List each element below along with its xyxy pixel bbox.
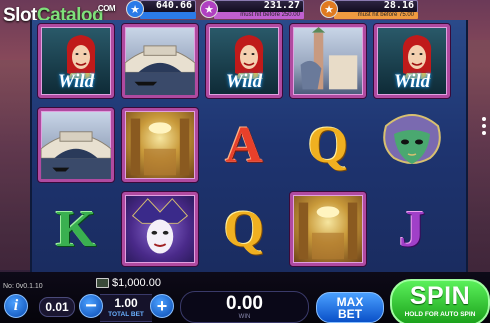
total-bet-display: 1.00 TOTAL BET [100, 294, 152, 322]
jackpot-purple: ★ 231.27 must hit before 250.00 [200, 0, 304, 20]
jackpot-orange: ★ 28.16 must hit before 75.00 [320, 0, 418, 20]
jackpot-value: 28.16 [383, 0, 414, 11]
symbol-j: J [372, 190, 452, 268]
jackpot-value: 640.66 [155, 0, 192, 11]
star-icon: ★ [126, 0, 144, 18]
game-screen: SlotCatalog .COM ★ 640.66 ★ 231.27 must h… [0, 0, 490, 323]
symbol-frame [290, 192, 366, 266]
max-bet-label-2: BET [338, 306, 362, 321]
jackpot-strip [140, 12, 196, 19]
win-display: 0.00 WIN [180, 291, 309, 323]
win-label: WIN [238, 314, 251, 320]
symbol-bridge [36, 106, 116, 184]
cash-icon [96, 277, 109, 288]
jackpot-blue: ★ 640.66 [126, 0, 196, 20]
rialto-bridge-icon [125, 45, 195, 95]
total-bet-label: TOTAL BET [108, 311, 144, 318]
jester-mask-icon [131, 198, 189, 254]
campanile-tower-icon [300, 27, 358, 90]
symbol-frame: Wild [374, 24, 450, 98]
spin-button[interactable]: SPIN HOLD FOR AUTO SPIN [390, 279, 490, 323]
watermark-suffix: .COM [96, 4, 116, 13]
auto-spin-hint: HOLD FOR AUTO SPIN [404, 311, 476, 318]
symbol-frame: Wild [206, 24, 282, 98]
letter-q: Q [223, 200, 265, 258]
letter-k: K [55, 200, 97, 258]
balance-value: $1,000.00 [112, 276, 161, 289]
balance-display: $1,000.00 [96, 276, 161, 289]
symbol-a: A [204, 106, 284, 184]
menu-dots-icon[interactable] [478, 116, 490, 136]
symbol-q: Q [288, 106, 368, 184]
symbol-frame: Wild [38, 24, 114, 98]
wild-label: Wild [225, 71, 263, 92]
info-button[interactable]: i [4, 294, 28, 318]
symbol-palace [288, 190, 368, 268]
wild-label: Wild [57, 71, 95, 92]
symbol-q: Q [204, 190, 284, 268]
symbol-frame [122, 108, 198, 182]
version-label: No: 0v0.1.10 [3, 283, 43, 290]
win-value: 0.00 [226, 293, 263, 314]
rialto-bridge-icon [41, 131, 111, 179]
jackpot-note: must hit before 75.00 [357, 12, 414, 18]
spin-label: SPIN [409, 282, 471, 310]
symbol-frame [38, 108, 114, 182]
symbol-wild: Wild [372, 22, 452, 100]
max-bet-label-1: MAX [336, 294, 364, 309]
letter-a: A [225, 116, 263, 174]
symbol-tower [288, 22, 368, 100]
info-icon: i [13, 297, 19, 314]
letter-j: J [399, 200, 425, 258]
reel-area: Wild K Wild A Q Q Wild J [30, 20, 468, 272]
symbol-frame [122, 192, 198, 266]
palace-hall-icon [298, 202, 358, 260]
bet-increase-button[interactable]: + [150, 294, 174, 318]
symbol-frame [122, 24, 198, 98]
background-building-left [0, 60, 30, 270]
venetian-mask-icon [383, 114, 441, 164]
symbol-wild: Wild [204, 22, 284, 100]
wild-label: Wild [393, 71, 431, 92]
plus-icon: + [156, 295, 168, 316]
bet-decrease-button[interactable]: − [79, 294, 103, 318]
symbol-jester-mask [120, 190, 200, 268]
palace-hall-icon [130, 118, 190, 176]
symbol-k: K [36, 190, 116, 268]
symbol-frame [290, 24, 366, 98]
max-bet-button[interactable]: MAX BET [316, 292, 384, 323]
total-bet-value: 1.00 [114, 296, 138, 310]
symbol-palace [120, 106, 200, 184]
jackpot-note: must hit before 250.00 [240, 12, 300, 18]
symbol-bridge [120, 22, 200, 100]
coin-value-button[interactable]: 0.01 [39, 297, 75, 317]
symbol-wild: Wild [36, 22, 116, 100]
symbol-mask [372, 106, 452, 184]
jackpot-value: 231.27 [263, 0, 300, 11]
minus-icon: − [85, 294, 97, 317]
letter-q: Q [307, 116, 349, 174]
